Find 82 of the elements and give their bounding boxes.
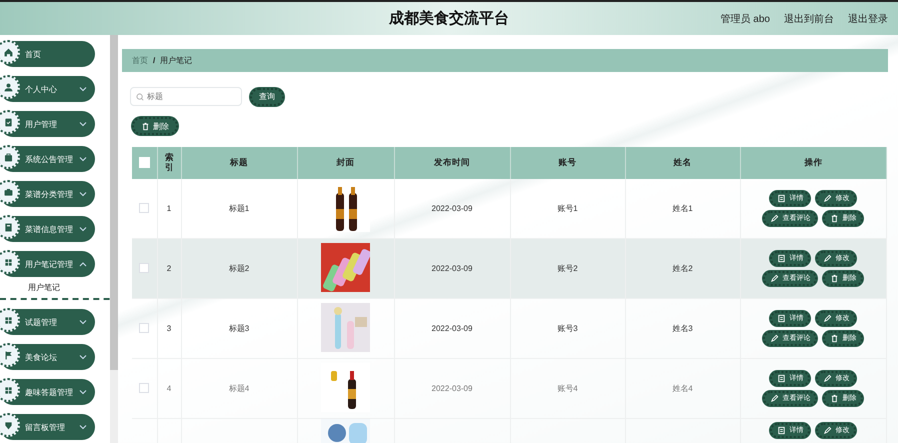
table-cell: 2022-03-09	[432, 264, 472, 272]
column-header: 操作	[804, 156, 822, 166]
site-title: 成都美食交流平台	[389, 10, 509, 27]
column-header[interactable]: 姓名	[674, 156, 692, 166]
document-icon	[777, 426, 786, 434]
scrollbar[interactable]	[110, 35, 118, 443]
grid-icon	[0, 378, 20, 402]
search-button[interactable]: 查询	[250, 88, 284, 106]
table-cell: 标题1	[228, 204, 250, 212]
flag-icon	[0, 343, 20, 367]
breadcrumb-current: 用户笔记	[160, 55, 192, 66]
column-header[interactable]: 封面	[336, 156, 354, 166]
table-cell: 2	[166, 264, 172, 272]
document-icon	[777, 194, 786, 202]
menu-item[interactable]: 趣味答题管理	[0, 379, 95, 405]
pen-icon	[770, 274, 780, 282]
table-cell: 姓名2	[672, 264, 693, 272]
table-cell: 标题4	[228, 384, 250, 392]
trash-icon	[830, 274, 840, 282]
menu-item[interactable]: 留言板管理	[0, 414, 95, 440]
pen-icon	[770, 334, 780, 342]
table-cell: 标题2	[228, 264, 250, 272]
column-header[interactable]: 账号	[558, 156, 576, 166]
document-icon	[777, 374, 786, 382]
column-header[interactable]: 发布时间	[434, 156, 470, 166]
home-icon	[0, 40, 20, 64]
table-cell: 账号1	[557, 204, 578, 212]
pen-icon	[770, 394, 780, 402]
shield-icon	[0, 413, 20, 437]
submenu-item[interactable]: 用户笔记	[28, 282, 60, 293]
row-checkbox[interactable]	[139, 383, 150, 393]
menu-item[interactable]: 试题管理	[0, 309, 95, 335]
grid-icon	[0, 308, 20, 332]
pen-icon	[823, 194, 832, 202]
pen-icon	[823, 254, 832, 262]
user-label: 管理员 abo	[720, 13, 770, 26]
person-icon	[0, 75, 20, 99]
table-cell: 2022-03-09	[432, 204, 472, 212]
header-link[interactable]: 退出到前台	[784, 12, 834, 26]
grid-icon	[0, 250, 20, 274]
breadcrumb-separator: /	[153, 56, 156, 65]
table-cell: 4	[166, 384, 172, 392]
row-checkbox[interactable]	[139, 203, 150, 213]
column-header[interactable]: 标题	[230, 156, 248, 166]
pen-icon	[770, 214, 780, 222]
table-cell: 姓名3	[672, 324, 693, 332]
pen-icon	[823, 426, 832, 434]
header-link[interactable]: 退出登录	[848, 12, 888, 26]
table-cell: 账号4	[557, 384, 578, 392]
row-checkbox[interactable]	[139, 263, 150, 273]
menu-item[interactable]: 美食论坛	[0, 344, 95, 370]
row-checkbox[interactable]	[139, 323, 150, 333]
trash-icon	[830, 394, 840, 402]
menu-item[interactable]: 用户笔记管理	[0, 251, 95, 277]
bag-icon	[0, 145, 20, 169]
menu-item[interactable]: 用户管理	[0, 111, 95, 137]
menu-item[interactable]: 系统公告管理	[0, 146, 95, 172]
pen-icon	[823, 314, 832, 322]
document-icon	[777, 314, 786, 322]
pen-icon	[823, 374, 832, 382]
table-cell: 姓名1	[672, 204, 693, 212]
trash-icon	[141, 122, 150, 130]
action-button[interactable]: 删除	[132, 117, 178, 135]
menu-item[interactable]: 菜谱分类管理	[0, 181, 95, 207]
briefcase-icon	[0, 180, 20, 204]
table-cell: 账号2	[557, 264, 578, 272]
table-cell: 标题3	[228, 324, 250, 332]
select-all-checkbox[interactable]	[138, 157, 150, 168]
menu-item[interactable]: 菜谱信息管理	[0, 216, 95, 242]
table-cell: 1	[166, 204, 172, 212]
table-cell: 2022-03-09	[432, 324, 472, 332]
table-cell: 账号3	[557, 324, 578, 332]
trash-icon	[830, 214, 840, 222]
table-cell: 姓名4	[672, 384, 693, 392]
trash-icon	[830, 334, 840, 342]
search-field[interactable]: 标题	[130, 87, 242, 106]
table-cell: 2022-03-09	[432, 384, 472, 392]
document-icon	[777, 254, 786, 262]
column-header: 索引	[164, 153, 174, 172]
menu-item[interactable]: 个人中心	[0, 76, 95, 102]
menu-item[interactable]: 首页	[0, 41, 95, 67]
table-cell: 3	[166, 324, 172, 332]
